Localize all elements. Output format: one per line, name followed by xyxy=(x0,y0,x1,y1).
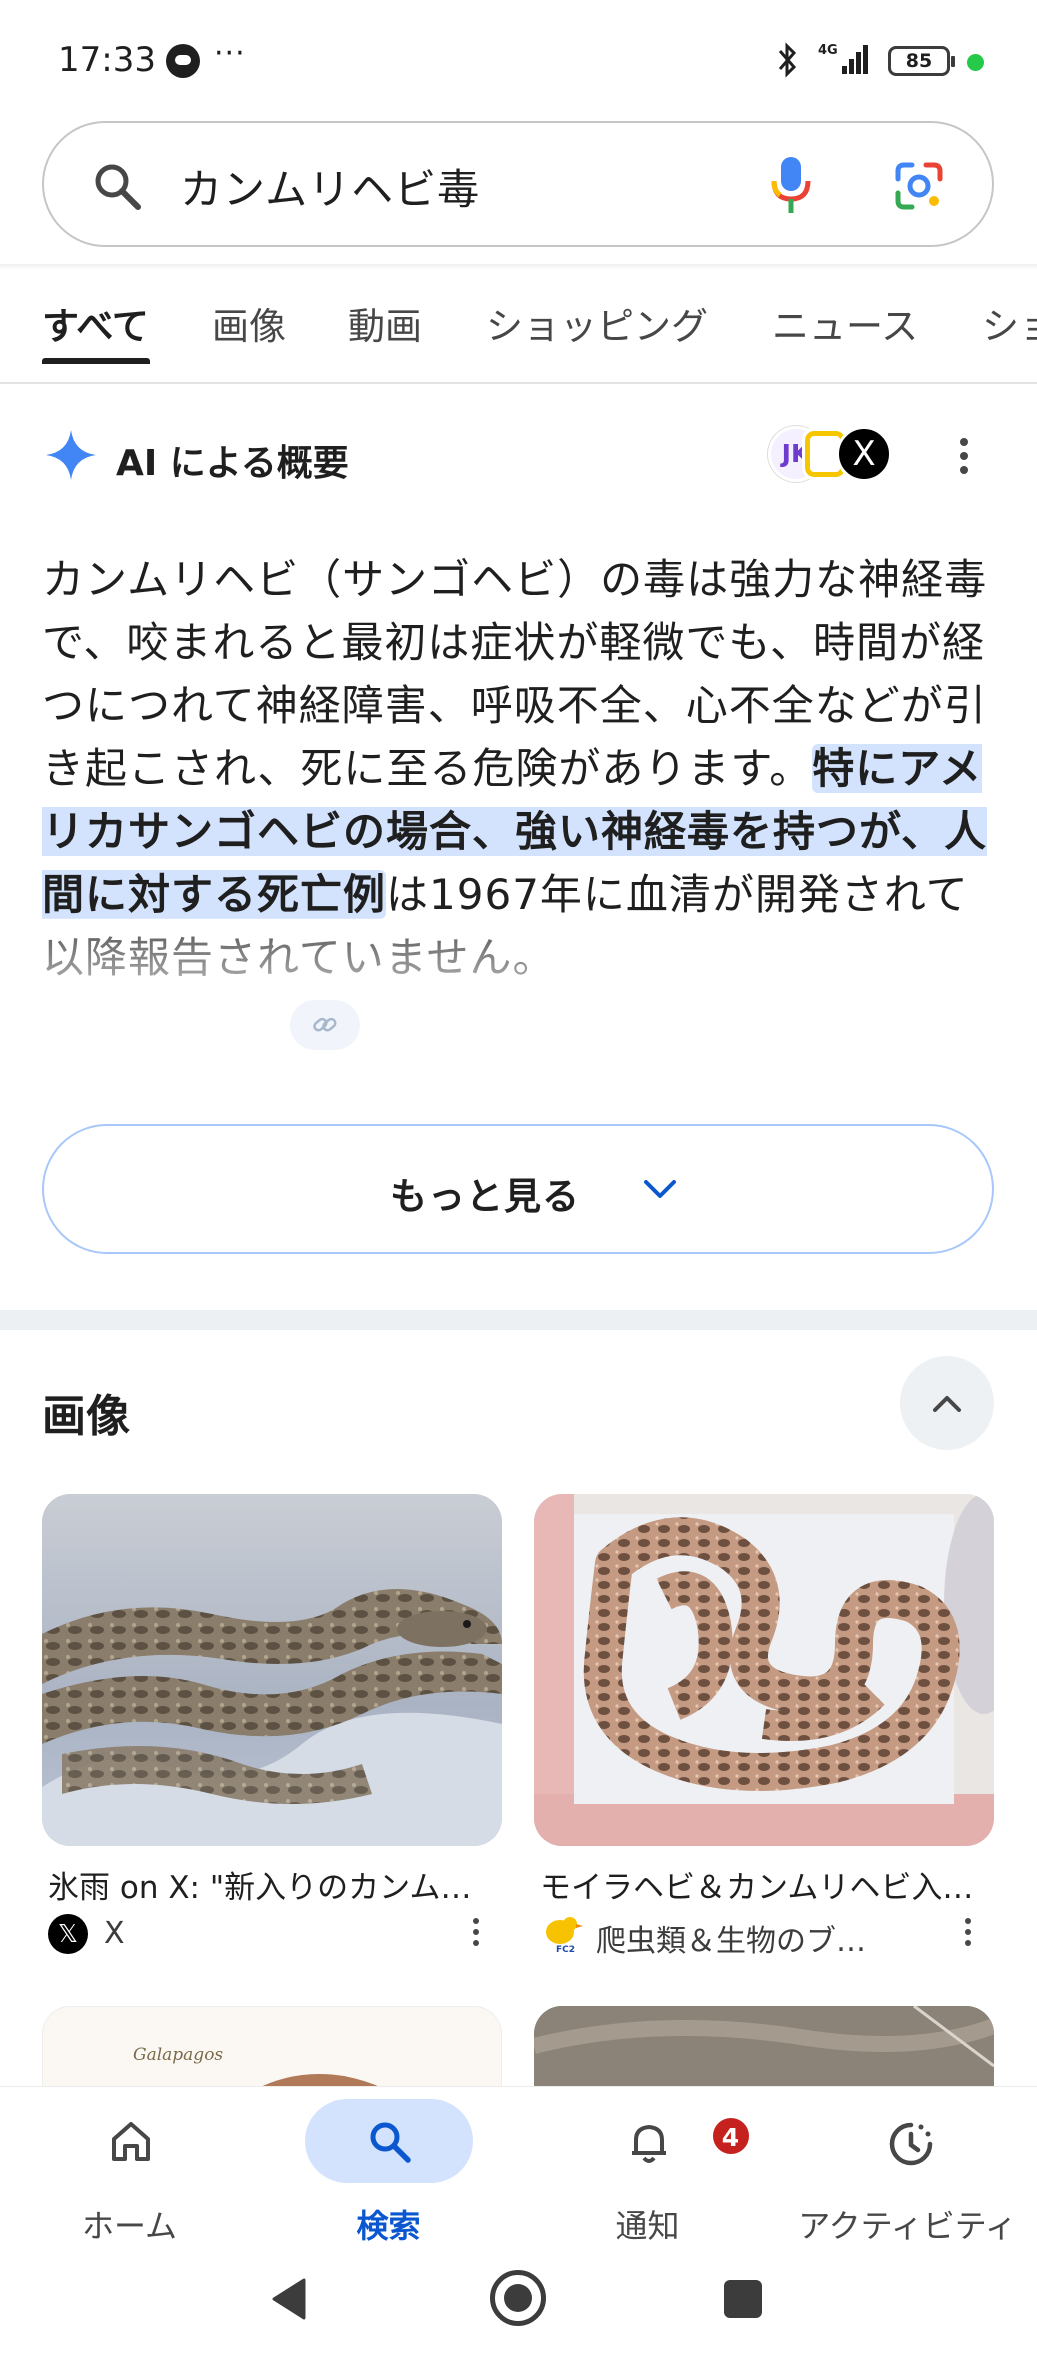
ai-overview-more-icon[interactable] xyxy=(952,434,976,478)
tab-shopping[interactable]: ショッピング xyxy=(486,296,708,350)
signal-icon: 4G xyxy=(818,43,868,74)
activity-icon xyxy=(889,2122,932,2166)
section-divider xyxy=(0,1310,1037,1330)
google-lens-icon[interactable] xyxy=(892,159,946,213)
microphone-icon[interactable] xyxy=(768,153,814,217)
battery-indicator: 85 xyxy=(888,46,955,76)
ai-overview-header: AI による概要 JK X xyxy=(42,420,1002,500)
snake-photo-1 xyxy=(42,1494,502,1846)
image-caption-2[interactable]: モイラヘビ＆カンムリヘビ入… xyxy=(540,1862,980,1907)
home-button-icon[interactable] xyxy=(490,2270,546,2326)
bluetooth-icon xyxy=(778,42,797,78)
x-logo-icon: 𝕏 xyxy=(48,1914,88,1954)
tab-news[interactable]: ニュース xyxy=(772,296,918,350)
show-more-label: もっと見る xyxy=(390,1175,580,1218)
tab-videos[interactable]: 動画 xyxy=(348,296,422,350)
more-notifications-icon: ··· xyxy=(214,36,246,71)
images-section-title: 画像 xyxy=(42,1391,130,1442)
image-source-1[interactable]: X xyxy=(104,1916,125,1951)
image-caption-1[interactable]: 氷雨 on X: "新入りのカンム… xyxy=(48,1862,488,1907)
fc2-logo-icon: FC2 xyxy=(546,1917,583,1954)
galapagos-logo-text: Galapagos xyxy=(133,2045,224,2065)
source-avatar-x[interactable]: X xyxy=(836,426,892,482)
image-source-2[interactable]: 爬虫類＆生物のブ… xyxy=(596,1916,866,1960)
image-2-more-icon[interactable] xyxy=(960,1915,976,1955)
bell-icon xyxy=(631,2125,666,2163)
notification-badge: 4 xyxy=(709,2115,752,2157)
image-result-snake-2[interactable] xyxy=(534,1494,994,1846)
search-bar[interactable]: カンムリヘビ毒 xyxy=(42,121,994,247)
chevron-down-icon xyxy=(644,1180,676,1198)
tab-images[interactable]: 画像 xyxy=(212,296,286,350)
chevron-up-icon xyxy=(933,1396,961,1412)
search-icon xyxy=(370,2122,411,2163)
ai-text-fade-overlay xyxy=(0,918,1037,1058)
back-icon[interactable] xyxy=(268,2276,308,2322)
system-navigation-bar xyxy=(0,2240,1037,2364)
ai-source-avatars[interactable]: JK X xyxy=(768,426,908,486)
search-input[interactable]: カンムリヘビ毒 xyxy=(180,156,480,217)
tab-all[interactable]: すべて xyxy=(42,296,149,350)
search-icon xyxy=(95,164,141,210)
ai-text-particle: は xyxy=(386,870,430,919)
show-more-button[interactable]: もっと見る xyxy=(42,1124,994,1254)
status-bar: 17:33 ··· 4G 85 xyxy=(0,0,1037,120)
image-1-more-icon[interactable] xyxy=(468,1915,484,1955)
image-result-snake-1[interactable] xyxy=(42,1494,502,1846)
home-icon xyxy=(111,2122,150,2161)
collapse-button[interactable] xyxy=(900,1356,994,1450)
search-tabs: すべて 画像 動画 ショッピング ニュース ショ xyxy=(0,270,1037,384)
privacy-indicator-dot xyxy=(967,54,984,71)
snake-photo-2 xyxy=(534,1494,994,1846)
tab-partial[interactable]: ショ xyxy=(982,296,1037,350)
recent-apps-icon[interactable] xyxy=(724,2280,762,2318)
network-type-label: 4G xyxy=(818,43,838,58)
link-icon xyxy=(313,1017,337,1032)
sparkle-icon xyxy=(46,430,96,480)
status-time: 17:33 xyxy=(58,40,156,80)
svg-text:FC2: FC2 xyxy=(556,1945,575,1954)
game-controller-icon xyxy=(166,44,200,78)
citation-link-chip[interactable] xyxy=(290,1000,360,1050)
ai-overview-title: AI による概要 xyxy=(116,443,349,484)
active-tab-indicator xyxy=(42,358,150,364)
